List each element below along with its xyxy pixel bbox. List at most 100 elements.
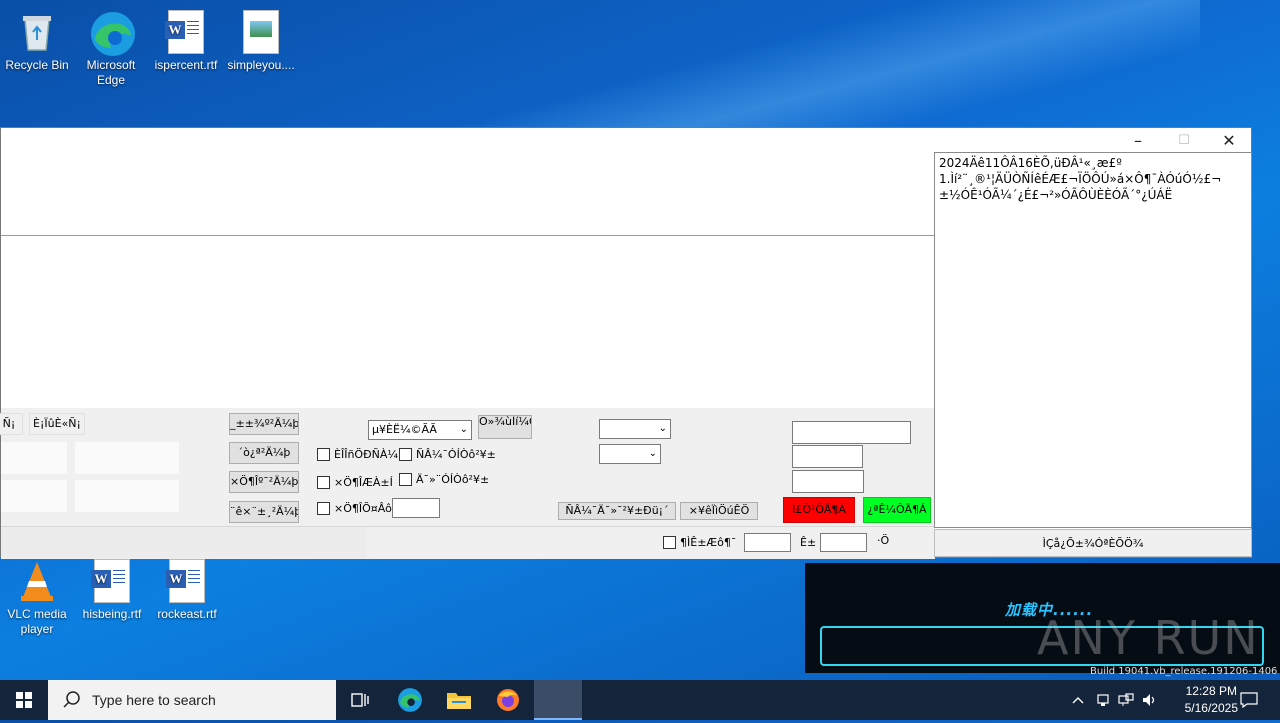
minute-input[interactable] [820,533,867,552]
desktop-icon-edge[interactable]: Microsoft Edge [74,4,148,88]
checkbox-option-5[interactable]: ×Ö¶ÎÕ¤Âô [317,502,392,515]
notification-icon [1240,692,1258,708]
log-line: 2024Äê11ÔÂ16ÈÕ,üÐÂ¹«¸æ£º [939,156,1122,170]
option-select-2[interactable]: ⌄ [599,444,661,464]
vlc-icon [15,559,59,603]
taskbar: Type here to search 12:28 PM 5/16/2025 [0,680,1280,720]
tray-device-icon[interactable] [1092,680,1114,720]
log-line: 1.Ìí²¨¸®¹¦ÄÜÒÑÍêÉÆ£¬ÏÖÔÚ»á×Ô¶¯À­ÓúÓ½£¬ [939,172,1222,186]
desktop-icon-label: rockeast.rtf [157,607,217,621]
mode-select[interactable]: µ¥ÈË¼©ÃÃ ⌄ [368,420,472,440]
bottom-button-1[interactable]: ÑÂ¼¯Ä¯»¯²¥±Ðü¡´ [558,502,676,520]
checkbox-option-3[interactable]: ×Ö¶ÎÆÀ±Í [317,476,393,489]
deselect-all-button[interactable]: È¡ÏûÈ«Ñ¡ [29,413,85,435]
checkbox-box[interactable] [317,448,330,461]
timer-start-checkbox[interactable]: ¶ÌÊ±Æô¶¯ [663,536,736,549]
desktop-icon-hisbeing[interactable]: W hisbeing.rtf [75,553,149,622]
chevron-down-icon: ⌄ [459,424,468,435]
desktop-icon-rockeast[interactable]: W rockeast.rtf [150,553,224,622]
taskbar-file-explorer[interactable] [435,680,483,720]
checkbox-box[interactable] [317,502,330,515]
desktop-icon-vlc[interactable]: VLC media player [0,553,74,637]
checkbox-box[interactable] [399,448,412,461]
taskbar-edge[interactable] [386,680,434,720]
clock-date: 5/16/2025 [1184,701,1238,715]
recycle-bin-icon [15,10,59,54]
hour-input[interactable] [744,533,791,552]
folder-icon [447,693,471,709]
desktop-icon-label: Recycle Bin [5,58,69,72]
search-placeholder: Type here to search [92,692,216,708]
checkbox-option-2[interactable]: ÑÂ¼¯ÓÍÒô²¥± [399,448,496,461]
checkbox-box[interactable] [663,536,676,549]
text-input-3[interactable] [792,470,864,493]
network-icon [1118,693,1134,706]
desktop-icon-label: simpleyou.... [227,58,295,72]
maximize-button[interactable]: ☐ [1161,128,1207,154]
desktop-icon-ispercent[interactable]: W ispercent.rtf [149,4,223,73]
notification-center-button[interactable] [1234,680,1264,720]
action-button-4[interactable]: ¨ê×¨±¸²Ä¼þ [229,501,299,523]
desktop-icon-label: hisbeing.rtf [82,607,142,621]
action-button-3[interactable]: ×Ö¶Îº¯²Ä¼þ [229,471,299,493]
control-panel: Ñ¡ È¡ÏûÈ«Ñ¡ _±±¾º²Ä¼þ ´ò¿ª²Ä¼þ ×Ö¶Îº¯²Ä¼… [0,408,935,528]
option-select-1[interactable]: ⌄ [599,419,671,439]
action-button-1[interactable]: _±±¾º²Ä¼þ [229,413,299,435]
close-button[interactable]: ✕ [1206,128,1252,154]
checkbox-label: ÈÎÎñÖÐÑÀ¼ [334,448,399,461]
build-text: Build 19041.vb_release.191206-1406 [1090,666,1278,677]
loading-overlay: 加载中...... ANY RUN [805,563,1280,673]
clear-log-button[interactable]: ÌÇå¿Õ±¾ÓªÈÕÖ¾ [934,529,1252,557]
speaker-icon [1143,694,1155,706]
stop-reading-button[interactable]: Í£Ö¹ÔÄ¶Á [783,497,855,523]
checkbox-option-4[interactable]: Ä¯»¨ÓÍÒô²¥± [399,473,489,486]
desktop-icon-simpleyou[interactable]: simpleyou.... [224,4,298,73]
select-partial-button[interactable]: Ñ¡ [0,413,23,435]
tray-network-icon[interactable] [1115,680,1137,720]
text-input-1[interactable] [792,421,911,444]
bottom-button-2[interactable]: ×¥êÏìÖúÊÖ [680,502,758,520]
chevron-down-icon: ⌄ [648,448,657,459]
value-input[interactable] [392,498,440,518]
tray-volume-icon[interactable] [1139,680,1161,720]
taskbar-clock[interactable]: 12:28 PM 5/16/2025 [1185,683,1238,717]
status-field [1,527,367,558]
word-document-icon: W [90,559,134,603]
firefox-icon [497,689,519,711]
checkbox-label: ×Ö¶ÎÆÀ±Í [334,476,393,489]
minimize-button[interactable]: – [1115,128,1161,154]
mode-select-value: µ¥ÈË¼©ÃÃ [372,423,437,436]
log-line: ±½ÓÊ¹ÓÃ¼´¿É£¬²»ÓÃÔÙÈÈÓÃ´°¿ÚÁË [939,188,1173,202]
checkbox-label: ×Ö¶ÎÕ¤Âô [334,502,392,515]
task-view-button[interactable] [336,680,384,720]
watermark-logo: ANY RUN [1037,611,1260,665]
checkbox-box[interactable] [317,476,330,489]
checkbox-box[interactable] [399,473,412,486]
blank-field [1,480,67,512]
hour-label: Ê± [800,536,817,549]
taskbar-search[interactable]: Type here to search [48,680,336,720]
add-button[interactable]: Ö»¾ùÌí¼Ó [478,415,532,439]
minute-label: ·Ö [877,534,890,547]
desktop-icon-label: VLC media player [7,607,67,636]
checkbox-option-1[interactable]: ÈÎÎñÖÐÑÀ¼ [317,448,398,461]
word-document-icon: W [165,559,209,603]
blank-field [75,442,179,474]
desktop-icon-recycle-bin[interactable]: Recycle Bin [0,4,74,73]
edge-icon [89,10,135,56]
task-view-icon [351,693,369,707]
show-hidden-icons[interactable] [1066,680,1090,720]
action-button-2[interactable]: ´ò¿ª²Ä¼þ [229,442,299,464]
taskbar-active-app[interactable] [534,680,582,720]
text-input-2[interactable] [792,445,863,468]
word-document-icon: W [164,10,208,54]
clock-time: 12:28 PM [1185,684,1237,698]
taskbar-firefox[interactable] [484,680,532,720]
windows-icon [16,692,32,708]
log-panel[interactable]: 2024Äê11ÔÂ16ÈÕ,üÐÂ¹«¸æ£º 1.Ìí²¨¸®¹¦ÄÜÒÑÍ… [934,152,1252,528]
start-button[interactable] [0,680,48,720]
search-icon [63,691,80,708]
device-icon [1097,694,1109,706]
blank-field [1,442,67,474]
start-reading-button[interactable]: ¿ªÊ¼ÔÄ¶Á [863,497,931,523]
